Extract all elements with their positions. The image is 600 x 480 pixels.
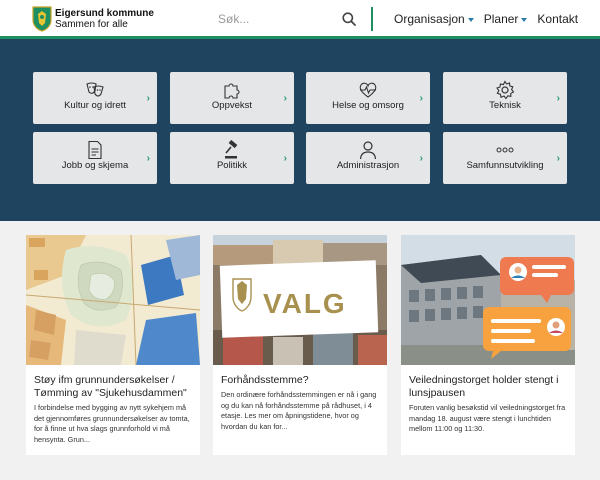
caret-down-icon [467,17,474,22]
tile-label: Kultur og idrett [64,100,126,111]
news-card-excerpt: I forbindelse med bygging av nytt sykehj… [34,403,190,444]
chevron-right-icon: › [556,153,560,164]
news-card[interactable]: Støy ifm grunnundersøkelser / Tømming av… [26,235,200,455]
news-card-excerpt: Den ordinære forhåndsstemmingen er nå i … [221,390,377,431]
news-card-title: Støy ifm grunnundersøkelser / Tømming av… [34,374,187,399]
theater-masks-icon [86,82,104,97]
nav-planer[interactable]: Planer [484,12,528,26]
tile-label: Politikk [216,160,248,171]
tile-label: Samfunnsutvikling [466,160,544,171]
tile-label: Oppvekst [211,100,253,111]
tile-oppvekst[interactable]: Oppvekst › [170,72,294,124]
chevron-right-icon: › [556,93,560,104]
nav-organisasjon-label: Organisasjon [394,12,465,26]
nav-planer-label: Planer [483,12,519,26]
brand-name: Eigersund kommune [55,8,154,19]
tile-kultur-og-idrett[interactable]: Kultur og idrett › [33,72,157,124]
ellipsis-icon [496,147,514,153]
chevron-right-icon: › [283,153,287,164]
news-card-excerpt: Foruten vanlig besøkstid vil veilednings… [409,403,566,433]
tile-helse-og-omsorg[interactable]: Helse og omsorg › [306,72,430,124]
tile-label: Teknisk [489,100,521,111]
chevron-right-icon: › [419,153,423,164]
tile-jobb-og-skjema[interactable]: Jobb og skjema › [33,132,157,184]
service-tiles-section: Kultur og idrett › Oppvekst › Helse og o… [0,39,600,221]
tile-label: Jobb og skjema [61,160,129,171]
nav-organisasjon[interactable]: Organisasjon [394,12,474,26]
news-card[interactable]: Veiledningstorget holder stengt i lunsjp… [401,235,575,455]
map-image [26,235,200,365]
gear-icon [496,80,515,100]
nav-kontakt[interactable]: Kontakt [537,12,578,26]
chevron-right-icon: › [283,93,287,104]
tile-teknisk[interactable]: Teknisk › [443,72,567,124]
gavel-icon [225,140,238,159]
tile-label: Administrasjon [336,160,400,171]
news-card-title: Forhåndsstemme? [221,374,309,386]
search-input[interactable] [218,8,328,30]
chevron-right-icon: › [146,153,150,164]
brand[interactable]: Eigersund kommune Sammen for alle [55,8,154,30]
site-header: Eigersund kommune Sammen for alle Organi… [0,0,600,39]
tile-administrasjon[interactable]: Administrasjon › [306,132,430,184]
tile-samfunnsutvikling[interactable]: Samfunnsutvikling › [443,132,567,184]
person-icon [359,141,377,160]
document-icon [88,140,102,160]
caret-down-icon [521,17,528,22]
tile-politikk[interactable]: Politikk › [170,132,294,184]
header-divider [371,7,373,31]
news-card-title: Veiledningstorget holder stengt i lunsjp… [409,374,559,399]
news-card[interactable]: VALG Forhåndsstemme? Den ordinære forhån… [213,235,387,455]
nav-kontakt-label: Kontakt [537,12,579,26]
search-icon[interactable] [342,12,356,26]
coat-of-arms-logo-icon[interactable] [32,6,52,32]
valg-text: VALG [263,288,347,319]
heartbeat-icon [359,82,377,98]
brand-tagline: Sammen for alle [55,19,128,30]
building-chat-image [401,235,575,365]
chevron-right-icon: › [419,93,423,104]
main-nav: Organisasjon Planer Kontakt [394,12,578,26]
search-box [218,8,358,30]
puzzle-piece-icon [224,83,240,99]
valg-image: VALG [213,235,387,365]
chevron-right-icon: › [146,93,150,104]
tile-label: Helse og omsorg [332,100,404,111]
